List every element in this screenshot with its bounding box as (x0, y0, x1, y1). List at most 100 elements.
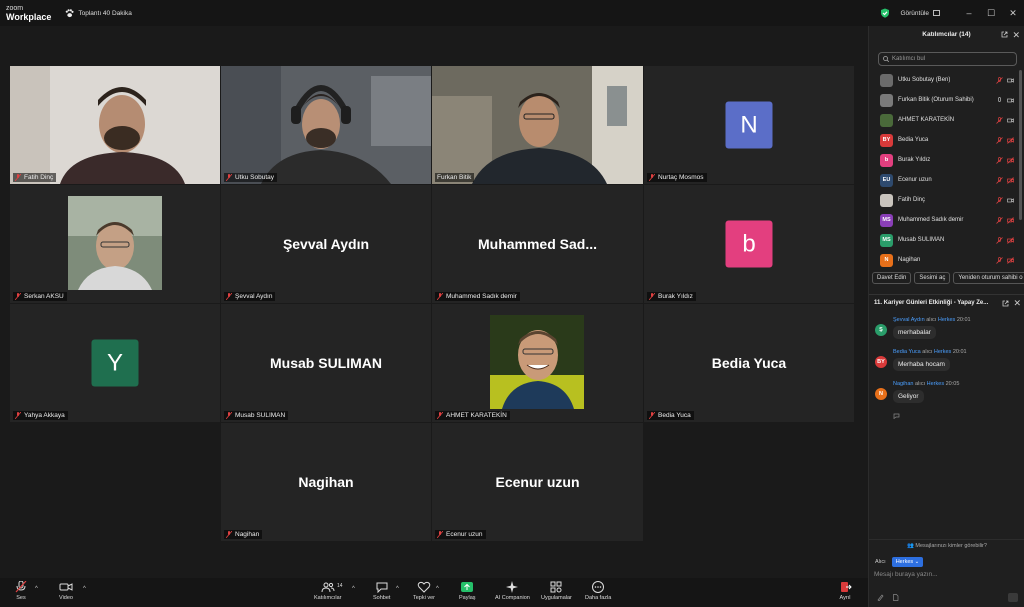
chat-visibility-note[interactable]: 👥 Mesajlarınızı kimler görebilir? (869, 539, 1024, 549)
video-off-icon[interactable] (1007, 256, 1014, 264)
video-tile-ahmet[interactable]: AHMET KARATEKİN (432, 304, 643, 422)
participant-actions: Davet Edin Sesimi aç Yeniden oturum sahibi… (869, 272, 1024, 284)
participant-action-button[interactable]: Yeniden oturum sahibi o (953, 272, 1024, 284)
mic-muted-icon (15, 581, 27, 593)
video-tile-nurtac[interactable]: N Nurtaç Mosmos (644, 66, 854, 184)
mic-muted-icon[interactable] (996, 236, 1003, 244)
close-icon[interactable]: ✕ (1013, 295, 1021, 312)
avatar: N (725, 101, 773, 149)
mic-muted-icon[interactable] (996, 256, 1003, 264)
maximize-button[interactable]: ☐ (980, 8, 1002, 19)
participant-avatar (880, 193, 893, 207)
paw-icon (66, 8, 74, 17)
participant-action-button[interactable]: Davet Edin (872, 272, 912, 284)
ai-companion-button[interactable]: AI Companion (495, 581, 530, 601)
video-off-icon[interactable] (1007, 236, 1014, 244)
apps-button[interactable]: Uygulamalar (541, 581, 572, 601)
video-tile-bedia[interactable]: Bedia Yuca Bedia Yuca (644, 304, 854, 422)
recipient-dropdown[interactable]: Herkes ⌄ (891, 557, 924, 567)
participant-name: Burak Yıldız (898, 157, 931, 163)
video-icon[interactable] (1007, 77, 1014, 84)
view-button[interactable]: Görüntüle (900, 10, 940, 17)
shield-icon[interactable] (880, 8, 890, 18)
chat-button[interactable]: Sohbet (373, 581, 390, 601)
pop-out-icon[interactable] (1002, 300, 1009, 307)
reactions-button[interactable]: Tepki ver (413, 581, 435, 601)
video-off-icon[interactable] (1007, 156, 1014, 164)
participant-avatar: MS (880, 213, 893, 227)
people-icon (321, 582, 335, 593)
leave-button[interactable]: Ayrıl (838, 581, 852, 601)
video-button[interactable]: Video (59, 581, 73, 601)
video-off-icon[interactable] (1007, 136, 1014, 144)
mic-muted-icon[interactable] (996, 176, 1003, 184)
video-tile-musab[interactable]: Musab SULIMAN Musab SULIMAN (221, 304, 431, 422)
video-icon[interactable] (1007, 97, 1014, 104)
minimize-button[interactable]: – (958, 8, 980, 18)
video-tile-fatih[interactable]: Fatih Dinç (10, 66, 220, 184)
close-icon[interactable]: ✕ (1012, 26, 1020, 44)
mic-muted-icon[interactable] (996, 136, 1003, 144)
participant-row[interactable]: Furkan Bitik (Oturum Sahibi) (869, 90, 1024, 110)
meeting-timer: Toplantı 40 Dakika (65, 8, 132, 18)
participant-row[interactable]: EU Ecenur uzun (869, 170, 1024, 190)
nametag: Musab SULIMAN (224, 411, 289, 420)
participant-action-button[interactable]: Sesimi aç (914, 272, 951, 284)
participants-panel-title: Katılımcılar (14) (922, 31, 971, 38)
close-window-button[interactable]: ✕ (1002, 8, 1024, 19)
chat-message-input[interactable]: Mesajı buraya yazın... (874, 571, 938, 578)
send-button[interactable] (1008, 593, 1018, 602)
pop-out-icon[interactable] (1001, 31, 1008, 38)
mic-muted-icon[interactable] (996, 76, 1003, 84)
video-options-caret[interactable]: ^ (83, 586, 86, 592)
nametag: Utku Sobutay (224, 173, 278, 182)
scrollbar[interactable] (1019, 70, 1022, 220)
video-tile-furkan[interactable]: Furkan Bitik (432, 66, 643, 184)
participants-options-caret[interactable]: ^ (352, 586, 355, 592)
participant-row[interactable]: Fatih Dinç (869, 190, 1024, 210)
audio-options-caret[interactable]: ^ (35, 586, 38, 592)
nametag: Nurtaç Mosmos (647, 173, 707, 182)
participant-row[interactable]: AHMET KARATEKİN (869, 110, 1024, 130)
video-tile-utku[interactable]: Utku Sobutay (221, 66, 431, 184)
video-tile-nagihan[interactable]: Nagihan Nagihan (221, 423, 431, 541)
recipient-name: Herkes (926, 381, 945, 387)
participant-display-name: Nagihan (298, 474, 354, 490)
participant-row[interactable]: N Nagihan (869, 250, 1024, 270)
mic-muted-icon (226, 531, 232, 538)
reply-icon[interactable] (893, 412, 901, 419)
video-tile-sevval[interactable]: Şevval Aydın Şevval Aydın (221, 185, 431, 303)
audio-button[interactable]: Ses (14, 581, 28, 601)
video-off-icon[interactable] (1007, 176, 1014, 184)
logo-bottom-text: Workplace (6, 12, 52, 22)
video-tile-serkan[interactable]: Serkan AKSU (10, 185, 220, 303)
reactions-options-caret[interactable]: ^ (436, 586, 439, 592)
mic-muted-icon[interactable] (996, 156, 1003, 164)
video-tile-yahya[interactable]: Y Yahya Akkaya (10, 304, 220, 422)
more-button[interactable]: Daha fazla (585, 581, 611, 601)
mic-muted-icon[interactable] (996, 116, 1003, 124)
avatar: Y (91, 339, 139, 387)
video-tile-ecenur[interactable]: Ecenur uzun Ecenur uzun (432, 423, 643, 541)
participant-row[interactable]: b Burak Yıldız (869, 150, 1024, 170)
file-icon[interactable] (892, 594, 899, 601)
participant-name: Furkan Bitik (Oturum Sahibi) (898, 97, 974, 103)
share-button[interactable]: Paylaş (459, 581, 476, 601)
mic-muted-icon[interactable] (996, 216, 1003, 224)
mic-icon[interactable] (996, 96, 1003, 104)
video-tile-burak[interactable]: b Burak Yıldız (644, 185, 854, 303)
participant-row[interactable]: MS Musab SULIMAN (869, 230, 1024, 250)
chat-options-caret[interactable]: ^ (396, 586, 399, 592)
participant-search-input[interactable]: Katılımcı bul (878, 52, 1017, 66)
participant-row[interactable]: BY Bedia Yuca (869, 130, 1024, 150)
participant-row[interactable]: Utku Sobutay (Ben) (869, 70, 1024, 90)
video-off-icon[interactable] (1007, 216, 1014, 224)
video-tile-muhammed[interactable]: Muhammed Sad... Muhammed Sadık demir (432, 185, 643, 303)
participant-name: Bedia Yuca (658, 412, 691, 419)
participant-avatar: MS (880, 233, 893, 247)
video-icon[interactable] (1007, 117, 1014, 124)
mic-muted-icon[interactable] (996, 196, 1003, 204)
video-icon[interactable] (1007, 197, 1014, 204)
format-icon[interactable] (877, 594, 884, 601)
participant-row[interactable]: MS Muhammed Sadık demir (869, 210, 1024, 230)
